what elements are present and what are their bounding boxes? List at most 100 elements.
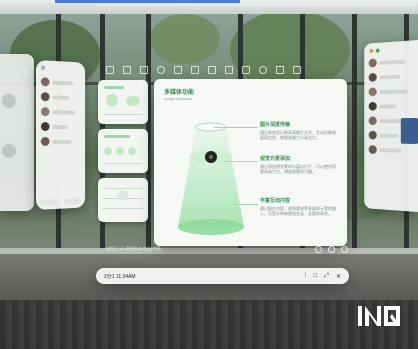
callout-line (224, 161, 258, 162)
thumb-graphic (126, 96, 140, 106)
chat-message[interactable] (364, 142, 418, 158)
message-bubble (379, 103, 397, 109)
chat-message[interactable] (364, 83, 418, 99)
message-bubble (379, 147, 402, 153)
main-slide[interactable]: 多媒体功能 Image selection 图片深度传输 通过有效显示的高清图片… (154, 79, 347, 246)
list-item[interactable] (36, 89, 85, 105)
message-bubble (379, 59, 406, 65)
callout: 丰富互动内容 通过图片内容、视频素材等多媒体元素的融入，为受众带来更加生动、全面… (260, 197, 338, 216)
tree-foliage (150, 14, 220, 64)
fit-icon[interactable] (341, 245, 348, 253)
window-mullion (352, 8, 357, 254)
thumb-title (104, 135, 130, 138)
chat-panel[interactable] (364, 40, 418, 212)
message-bubble (379, 133, 398, 138)
presentation-toolbar (100, 62, 361, 78)
avatar (368, 130, 377, 140)
slide-thumbnail[interactable] (98, 80, 148, 124)
callout-text: 通过添加视觉素材丰富幻灯片，可以使内容更具吸引力，增加观看的兴趣。 (260, 164, 336, 174)
stop-icon[interactable]: □ (314, 273, 318, 279)
blue-stripe (55, 0, 240, 3)
avatar (2, 94, 16, 108)
microphone-icon[interactable]: ⁞ (305, 273, 307, 279)
thumb-graphic (106, 94, 118, 106)
left-window-panel[interactable] (0, 54, 34, 211)
slide-subtitle: Image selection (164, 96, 193, 101)
message-bubble (379, 88, 408, 94)
table-icon[interactable] (225, 66, 233, 74)
list-item[interactable] (36, 134, 85, 149)
message-bubble (379, 74, 400, 80)
slide-thumbnail[interactable] (98, 129, 148, 173)
insert-icon[interactable] (123, 66, 131, 74)
text-icon[interactable] (191, 66, 199, 74)
thumb-line (104, 163, 142, 164)
chart-icon[interactable] (242, 66, 250, 74)
avatar (368, 72, 377, 82)
shared-image[interactable] (400, 118, 418, 144)
avatar (368, 145, 377, 155)
slide-status-bar: 幻灯片 1/5 更改文本 中文(中国) (100, 243, 356, 255)
chat-message[interactable] (364, 98, 418, 114)
contact-name (52, 109, 75, 115)
record-icon[interactable] (157, 66, 165, 74)
thumb-line (102, 208, 144, 209)
view-icon[interactable] (315, 245, 322, 253)
callout-title: 丰富互动内容 (260, 198, 291, 204)
callout-line (232, 204, 258, 205)
more-icon[interactable] (293, 66, 301, 74)
status-text: 幻灯片 1/5 更改文本 中文(中国) (106, 246, 162, 251)
thumb-graphic (118, 190, 128, 200)
footer-button[interactable] (40, 198, 59, 206)
status-dot (375, 48, 380, 53)
slide-thumbnail[interactable] (98, 178, 148, 222)
screen-icon[interactable]: ⤢ (324, 273, 329, 280)
share-icon[interactable] (276, 66, 284, 74)
avatar (368, 87, 377, 97)
recording-bar[interactable]: 2分1 11:34AM ⁞ □ ⤢ ✕ (96, 268, 349, 284)
slide-title: 多媒体功能 (164, 90, 195, 96)
avatar (368, 58, 377, 68)
slide-thumbnails (98, 80, 150, 240)
callout-text: 通过有效显示的高清图片方式，生动形象地展现信息，增强说服力与表达力。 (260, 130, 336, 140)
brand-logo (358, 306, 400, 326)
thumb-graphic (128, 147, 136, 155)
callout: 视觉元素添加 通过添加视觉素材丰富幻灯片，可以使内容更具吸引力，增加观看的兴趣。 (260, 155, 338, 174)
avatar (40, 136, 50, 146)
thumb-line (104, 114, 142, 115)
image-icon[interactable] (208, 66, 216, 74)
recording-controls: ⁞ □ ⤢ ✕ (305, 273, 341, 280)
contact-name (52, 80, 74, 85)
thumb-graphic (104, 147, 112, 155)
cone-graphic (178, 122, 244, 235)
contact-name (52, 94, 70, 100)
contact-name (52, 139, 72, 144)
avatar (2, 144, 16, 158)
callout: 图片深度传输 通过有效显示的高清图片方式，生动形象地展现信息，增强说服力与表达力… (260, 121, 338, 140)
avatar (40, 107, 50, 117)
contact-name (52, 124, 68, 129)
contacts-footer (40, 197, 81, 206)
footer-button[interactable] (63, 197, 81, 205)
avatar (40, 77, 50, 87)
home-icon[interactable] (106, 66, 114, 74)
thumb-graphic (116, 147, 124, 155)
list-item[interactable] (36, 74, 85, 91)
menu-icon[interactable]: ☰ (41, 65, 45, 71)
status-dot (369, 48, 374, 54)
list-item[interactable] (36, 104, 85, 120)
thumb-line (102, 188, 144, 189)
thumb-title (104, 86, 124, 89)
shape-icon[interactable] (174, 66, 182, 74)
layout-icon[interactable] (140, 66, 148, 74)
tree-foliage (230, 10, 350, 90)
avatar (368, 116, 377, 126)
play-icon[interactable] (259, 66, 267, 74)
zoom-icon[interactable] (328, 245, 335, 253)
avatar (40, 92, 50, 102)
close-icon[interactable]: ✕ (336, 273, 341, 280)
list-item[interactable] (36, 119, 85, 134)
callout-title: 图片深度传输 (260, 122, 291, 128)
contacts-panel[interactable]: ☰ (36, 60, 86, 210)
callout-text: 通过图片内容、视频素材等多媒体元素的融入，为受众带来更加生动、全面的体验。 (260, 206, 336, 216)
